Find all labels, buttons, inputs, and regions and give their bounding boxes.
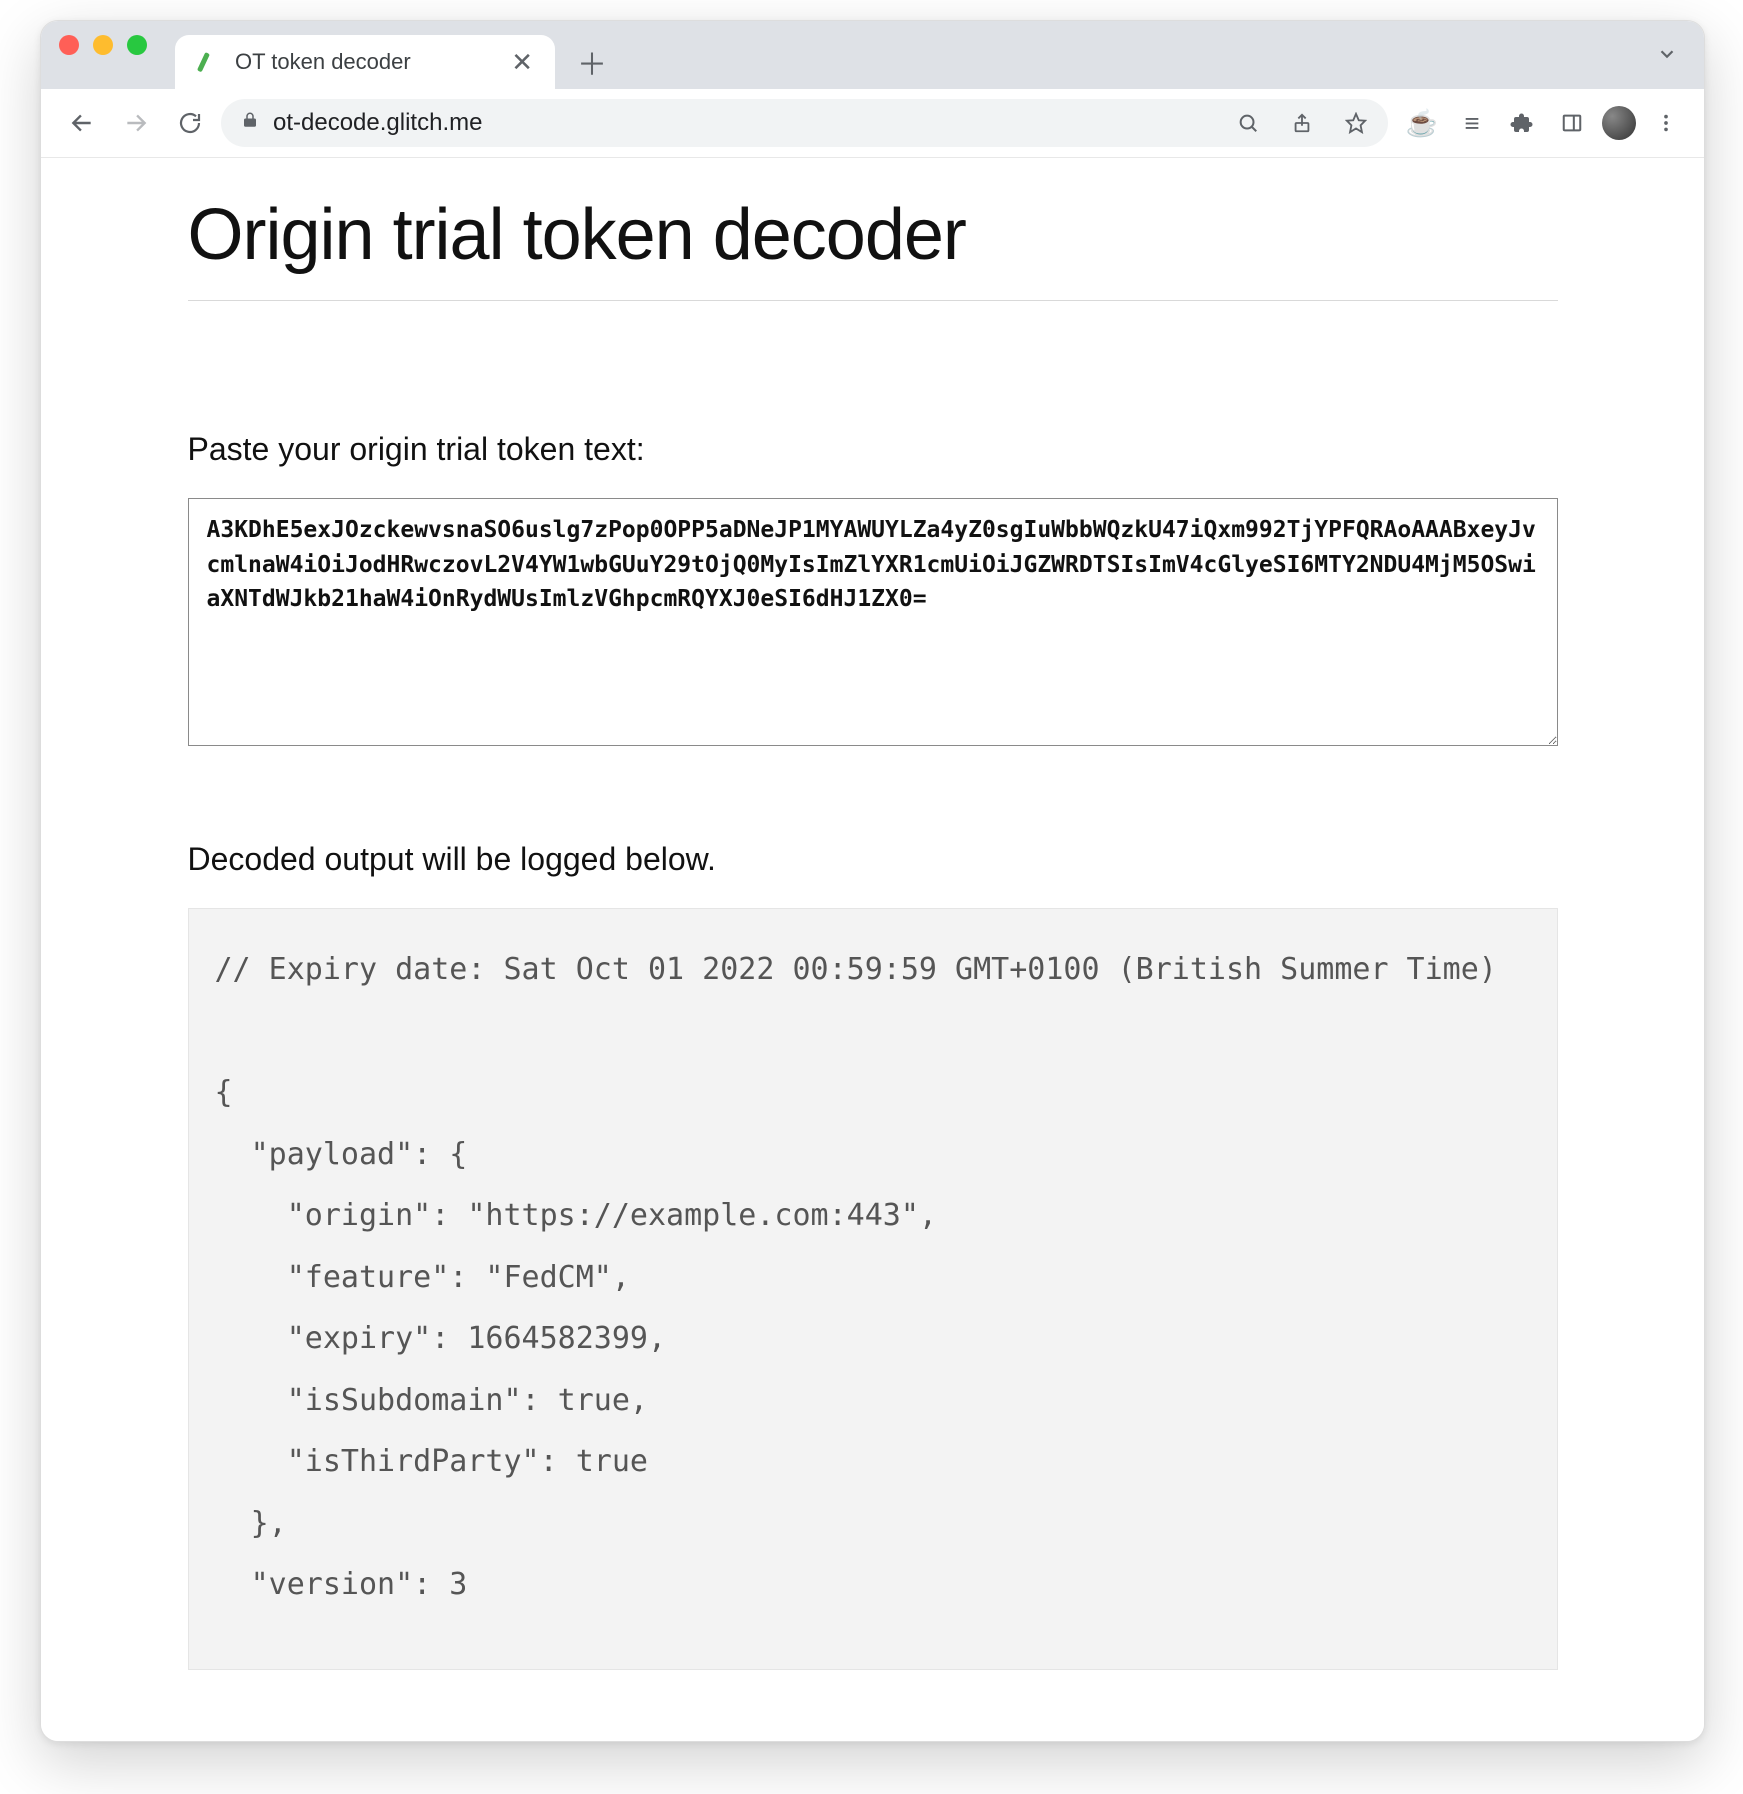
profile-avatar[interactable] [1602,106,1636,140]
window-controls [59,20,147,89]
decoded-output: // Expiry date: Sat Oct 01 2022 00:59:59… [188,908,1558,1670]
tab-favicon [197,50,221,74]
bookmark-star-icon[interactable] [1336,103,1376,143]
tab-strip: OT token decoder ✕ ＋ [41,21,1704,89]
page-viewport: Origin trial token decoder Paste your or… [41,158,1704,1741]
address-bar[interactable]: ot-decode.glitch.me [221,99,1388,147]
maximize-window-button[interactable] [127,35,147,55]
toolbar: ot-decode.glitch.me ☕ ≡ [41,89,1704,158]
side-panel-icon[interactable] [1552,103,1592,143]
coffee-extension-icon[interactable]: ☕ [1402,103,1442,143]
close-window-button[interactable] [59,35,79,55]
token-input[interactable] [188,498,1558,746]
new-tab-button[interactable]: ＋ [569,39,615,85]
extensions-puzzle-icon[interactable] [1502,103,1542,143]
extension-icons: ☕ ≡ [1402,103,1686,143]
page-title: Origin trial token decoder [188,194,1558,276]
close-tab-button[interactable]: ✕ [509,49,535,75]
back-button[interactable] [59,100,105,146]
input-label: Paste your origin trial token text: [188,431,1558,468]
tab-title: OT token decoder [235,49,495,75]
title-divider [188,300,1558,301]
kebab-menu-icon[interactable] [1646,103,1686,143]
tab-search-button[interactable] [1656,43,1678,72]
minimize-window-button[interactable] [93,35,113,55]
search-icon[interactable] [1228,103,1268,143]
forward-button[interactable] [113,100,159,146]
output-label: Decoded output will be logged below. [188,841,1558,878]
browser-window: OT token decoder ✕ ＋ [40,20,1705,1742]
orange-extension-icon[interactable]: ≡ [1452,103,1492,143]
active-tab[interactable]: OT token decoder ✕ [175,35,555,89]
reload-button[interactable] [167,100,213,146]
url-text[interactable]: ot-decode.glitch.me [273,109,1214,137]
lock-icon[interactable] [241,111,259,135]
share-icon[interactable] [1282,103,1322,143]
